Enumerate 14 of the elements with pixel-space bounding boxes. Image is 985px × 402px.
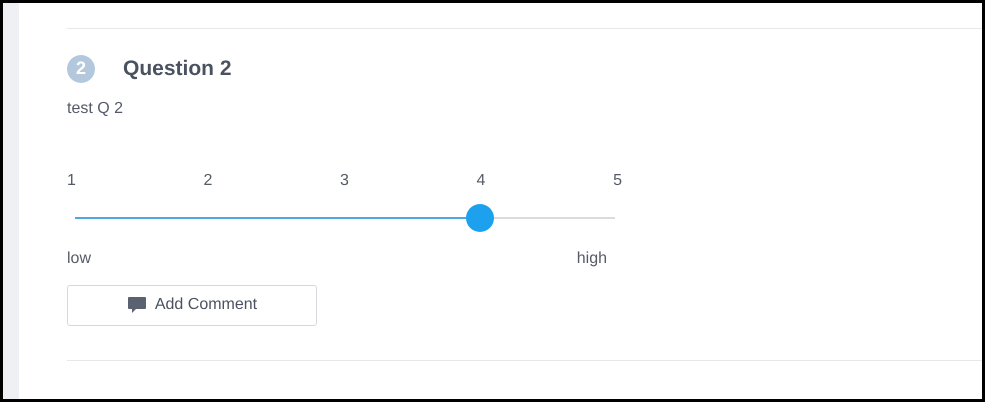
scale-tick-label: 1 (67, 170, 76, 190)
rating-slider[interactable] (75, 202, 615, 232)
scale-high-label: high (576, 248, 607, 268)
question-text: test Q 2 (67, 98, 124, 118)
slider-thumb[interactable] (466, 204, 494, 232)
question-title: Question 2 (123, 56, 232, 82)
scale-tick-label: 4 (476, 170, 486, 190)
add-comment-button[interactable]: Add Comment (67, 284, 317, 326)
scale-low-label: low (67, 248, 92, 268)
scale-tick-label: 3 (340, 170, 349, 190)
scale-tick-label: 2 (204, 170, 212, 190)
scale-tick-label: 5 (613, 170, 622, 190)
comment-icon (126, 296, 147, 314)
question-number-badge: 2 (67, 54, 95, 83)
